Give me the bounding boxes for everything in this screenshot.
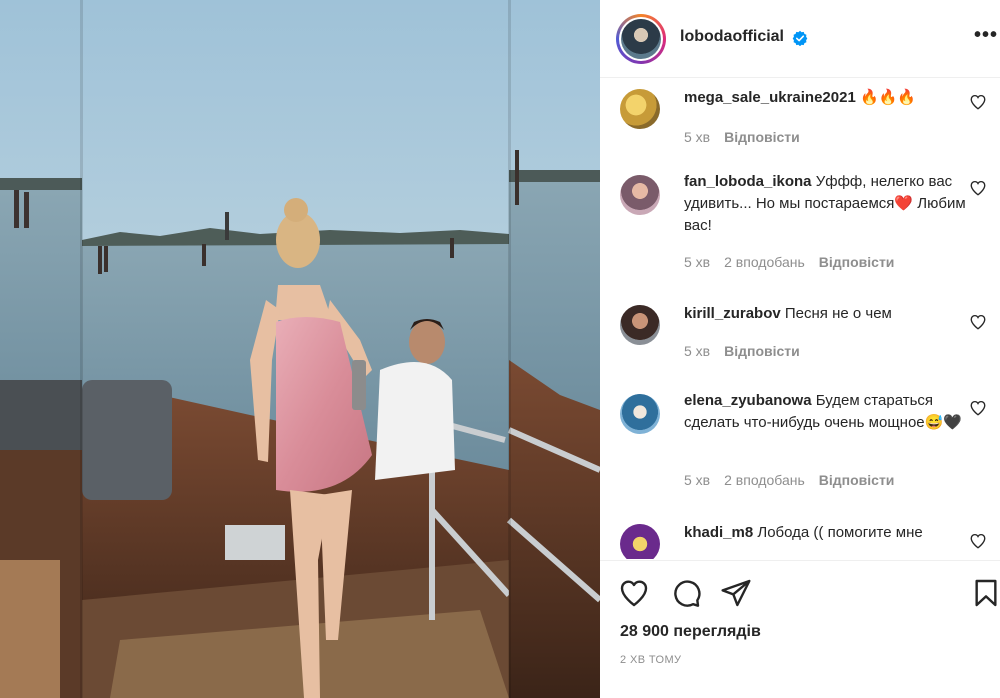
post-panel: lobodaofficial ••• mega_sale_ukraine2021… (600, 0, 1000, 698)
comment-time: 5 хв (684, 343, 711, 359)
comment-likes-count[interactable]: 2 вподобань (724, 254, 805, 270)
comment-username[interactable]: mega_sale_ukraine2021 (684, 89, 856, 106)
comment-username[interactable]: kirill_zurabov (684, 305, 781, 322)
comment-text: Лобода (( помогите мне (757, 524, 923, 541)
comment-time: 5 хв (684, 254, 711, 270)
verified-badge-icon (792, 30, 808, 46)
profile-avatar[interactable] (616, 14, 666, 64)
commenter-avatar[interactable] (620, 175, 660, 215)
post-timestamp[interactable]: 2 ХВ ТОМУ (620, 654, 681, 666)
comment-like-heart-icon[interactable] (969, 179, 987, 197)
reply-button[interactable]: Відповісти (819, 254, 895, 270)
more-options-button[interactable]: ••• (974, 24, 998, 47)
comment-like-heart-icon[interactable] (969, 399, 987, 417)
comment-like-heart-icon[interactable] (969, 532, 987, 550)
commenter-avatar[interactable] (620, 524, 660, 559)
comment-list[interactable]: mega_sale_ukraine2021 🔥🔥🔥 5 хв Відповісти… (600, 79, 1000, 559)
post-media[interactable] (0, 0, 600, 698)
reply-button[interactable]: Відповісти (724, 129, 800, 145)
comment-icon[interactable] (670, 577, 702, 609)
comment-time: 5 хв (684, 129, 711, 145)
comment-text: Песня не о чем (784, 305, 892, 322)
post-photo (0, 0, 600, 698)
comment-like-heart-icon[interactable] (969, 313, 987, 331)
comment-username[interactable]: fan_loboda_ikona (684, 173, 812, 190)
comment-username[interactable]: khadi_m8 (684, 524, 753, 541)
heart-icon[interactable] (618, 577, 650, 609)
comment-time: 5 хв (684, 472, 711, 488)
comment-likes-count[interactable]: 2 вподобань (724, 472, 805, 488)
post-header: lobodaofficial ••• (600, 0, 1000, 78)
post-actions: 28 900 переглядів 2 ХВ ТОМУ (600, 560, 1000, 698)
commenter-avatar[interactable] (620, 305, 660, 345)
share-icon[interactable] (720, 577, 752, 609)
reply-button[interactable]: Відповісти (724, 343, 800, 359)
commenter-avatar[interactable] (620, 394, 660, 434)
comment-text: 🔥🔥🔥 (859, 89, 916, 106)
comment-username[interactable]: elena_zyubanowa (684, 392, 812, 409)
reply-button[interactable]: Відповісти (819, 472, 895, 488)
comment-like-heart-icon[interactable] (969, 93, 987, 111)
profile-username[interactable]: lobodaofficial (680, 28, 784, 46)
commenter-avatar[interactable] (620, 89, 660, 129)
bookmark-icon[interactable] (970, 577, 1000, 609)
views-count[interactable]: 28 900 переглядів (620, 623, 761, 641)
